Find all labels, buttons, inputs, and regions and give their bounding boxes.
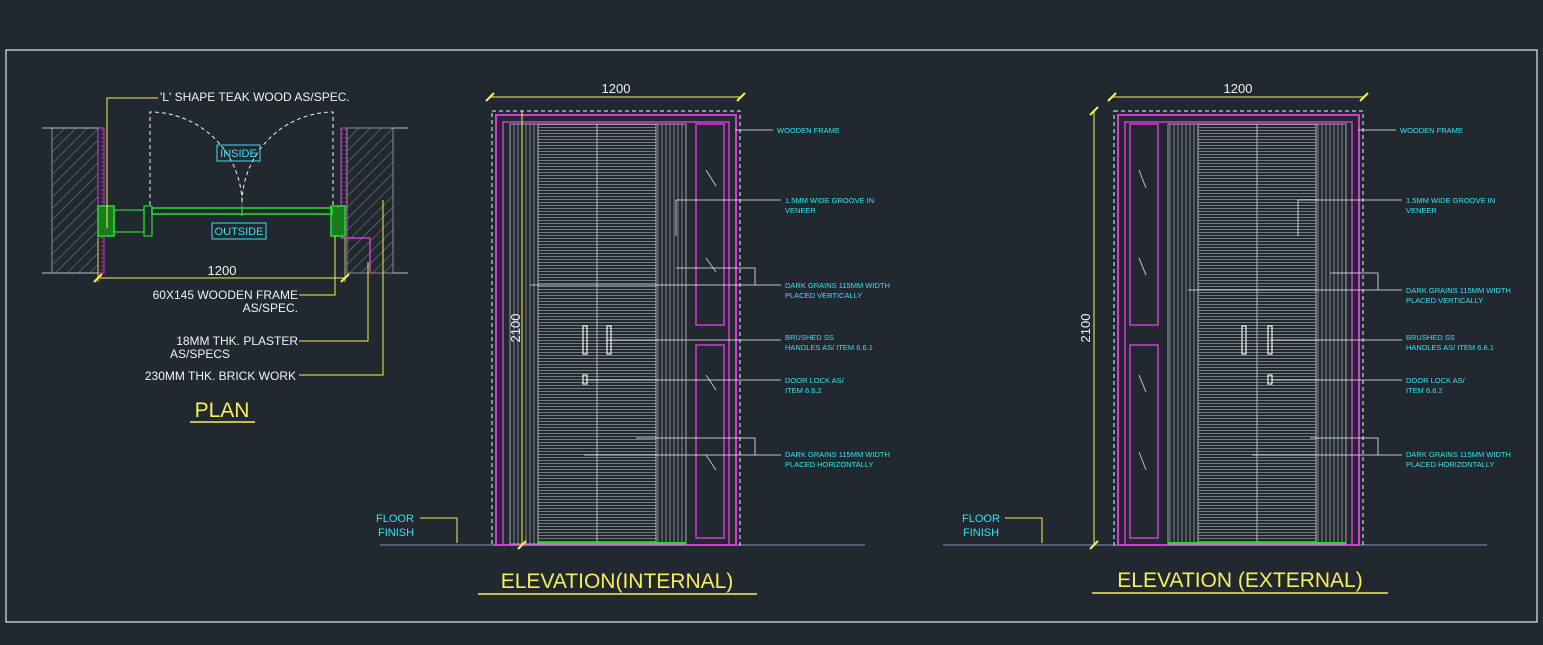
external-floor-label-2: FINISH	[963, 527, 999, 539]
external-note-frame: WOODEN FRAME	[1400, 126, 1463, 135]
cad-drawing-canvas: INSIDE OUTSIDE 1200 'L' SHAPE TEAK WOOD …	[5, 49, 1538, 623]
plan-plaster-note-1: 18MM THK. PLASTER	[176, 334, 298, 348]
external-floor-label-1: FLOOR	[962, 513, 1000, 525]
external-note-vert-1: DARK GRAINS 115MM WIDTH	[1406, 286, 1511, 295]
external-note-hor-2: PLACED HORIZONTALLY	[1406, 460, 1495, 469]
external-note-groove-1: 1.5MM WIDE GROOVE IN	[1406, 196, 1495, 205]
external-door-leaf-right	[1256, 123, 1317, 545]
plan-frame-note-2: AS/SPEC.	[243, 301, 298, 315]
plan-title: PLAN	[195, 399, 250, 422]
internal-title: ELEVATION(INTERNAL)	[501, 570, 734, 593]
internal-note-vert-2: PLACED VERTICALLY	[785, 291, 862, 300]
plan-right-frame	[330, 205, 346, 237]
internal-note-frame: WOODEN FRAME	[777, 126, 840, 135]
plan-frame-note-1: 60X145 WOODEN FRAME	[153, 288, 298, 302]
internal-note-handle-2: HANDLES AS/ ITEM 6.6.1	[785, 343, 873, 352]
internal-note-vert-1: DARK GRAINS 115MM WIDTH	[785, 281, 890, 290]
external-glass-panel-bottom	[1129, 344, 1159, 539]
external-note-groove-2: VENEER	[1406, 206, 1437, 215]
internal-floor-label-1: FLOOR	[376, 513, 414, 525]
plan-lshape-note: 'L' SHAPE TEAK WOOD AS/SPEC.	[160, 90, 350, 104]
elevation-external: 1200 2100 FLOOR FINISH WOODEN FRAME 1.5M…	[943, 81, 1511, 594]
internal-height-dimension: 2100	[508, 314, 523, 343]
external-note-vert-2: PLACED VERTICALLY	[1406, 296, 1483, 305]
plan-brick-note: 230MM THK. BRICK WORK	[145, 369, 296, 383]
plan-inside-label: INSIDE	[220, 148, 257, 160]
external-height-dimension: 2100	[1078, 314, 1093, 343]
internal-glass-panel-top	[695, 123, 725, 326]
internal-door-leaf-left	[537, 123, 598, 545]
internal-note-groove-1: 1.5MM WIDE GROOVE IN	[785, 196, 874, 205]
external-title: ELEVATION (EXTERNAL)	[1117, 569, 1362, 592]
external-note-handle-1: BRUSHED SS	[1406, 333, 1455, 342]
plan-left-brick-wall	[51, 127, 99, 274]
internal-note-handle-1: BRUSHED SS	[785, 333, 834, 342]
plan-plaster-note-2: AS/SPECS	[170, 347, 230, 361]
internal-vertical-grain-right	[655, 123, 687, 545]
external-note-handle-2: HANDLES AS/ ITEM 6.6.1	[1406, 343, 1494, 352]
external-vertical-grain-right	[1315, 123, 1347, 545]
external-vertical-grain-left	[1167, 123, 1199, 545]
internal-note-hor-1: DARK GRAINS 115MM WIDTH	[785, 450, 890, 459]
external-note-lock-2: ITEM 6.6.2	[1406, 386, 1443, 395]
internal-note-groove-2: VENEER	[785, 206, 816, 215]
internal-glass-panel-bottom	[695, 344, 725, 539]
internal-door-leaf-right	[596, 123, 657, 545]
internal-note-lock-1: DOOR LOCK AS/	[785, 376, 845, 385]
plan-left-plaster	[97, 127, 105, 274]
external-door-leaf-left	[1197, 123, 1258, 545]
external-note-lock-1: DOOR LOCK AS/	[1406, 376, 1466, 385]
plan-outside-label: OUTSIDE	[215, 226, 264, 238]
elevation-internal: 1200 2100 FLOOR FINISH WOODEN FRAME 1.5M…	[376, 81, 890, 595]
plan-width-dimension: 1200	[208, 263, 237, 278]
internal-note-hor-2: PLACED HORIZONTALLY	[785, 460, 874, 469]
internal-note-lock-2: ITEM 6.6.2	[785, 386, 822, 395]
external-glass-panel-top	[1129, 123, 1159, 326]
internal-width-dimension: 1200	[602, 81, 631, 96]
plan-view: INSIDE OUTSIDE 1200 'L' SHAPE TEAK WOOD …	[42, 90, 408, 423]
plan-left-frame	[97, 205, 115, 237]
external-note-hor-1: DARK GRAINS 115MM WIDTH	[1406, 450, 1511, 459]
external-width-dimension: 1200	[1224, 81, 1253, 96]
plan-left-lshape	[113, 209, 145, 233]
internal-floor-label-2: FINISH	[378, 527, 414, 539]
